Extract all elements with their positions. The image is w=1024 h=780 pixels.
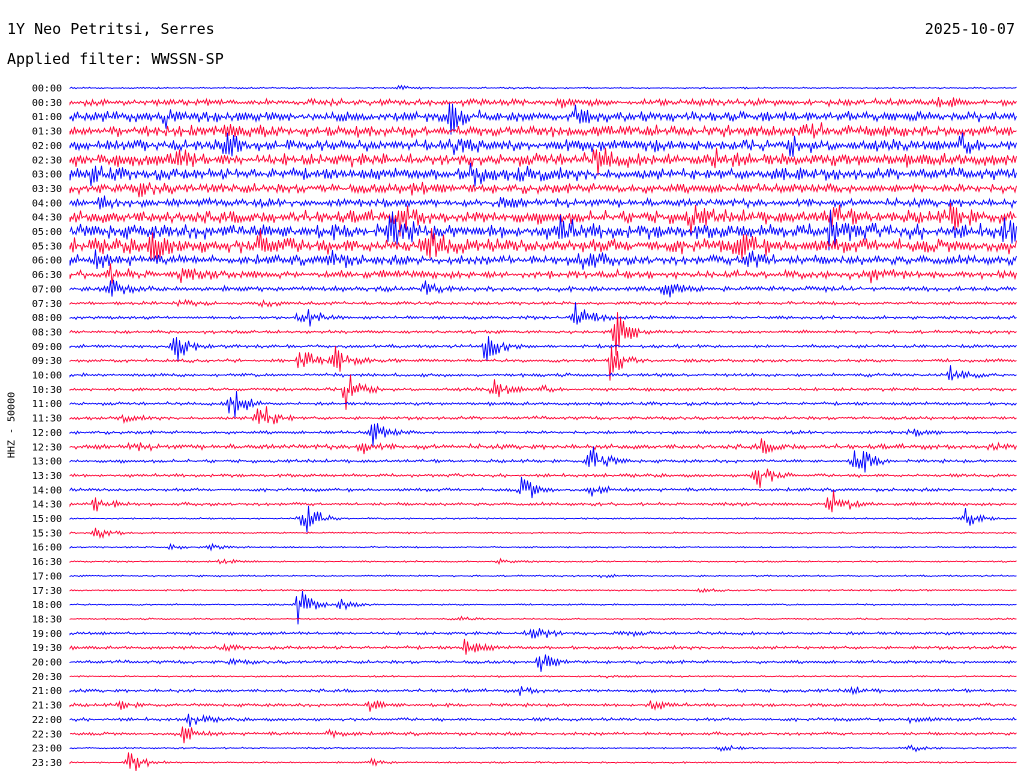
time-label: 08:30	[32, 327, 62, 338]
time-label: 01:00	[32, 112, 62, 123]
seismic-trace	[69, 84, 1017, 91]
time-label: 07:30	[32, 299, 62, 310]
time-label: 21:30	[32, 701, 62, 712]
seismic-trace	[69, 527, 1017, 540]
time-label: 00:30	[32, 98, 62, 109]
time-label: 22:00	[32, 715, 62, 726]
seismic-trace	[69, 674, 1017, 679]
time-label: 21:00	[32, 686, 62, 697]
seismic-trace	[69, 122, 1017, 139]
time-label: 12:30	[32, 442, 62, 453]
seismic-trace	[69, 542, 1017, 552]
seismic-trace	[69, 147, 1017, 176]
seismic-trace	[69, 181, 1017, 198]
time-label: 20:00	[32, 658, 62, 669]
time-label: 09:30	[32, 356, 62, 367]
seismic-trace	[69, 476, 1017, 499]
time-label: 15:00	[32, 514, 62, 525]
time-label: 15:30	[32, 528, 62, 539]
time-label: 02:30	[32, 155, 62, 166]
seismic-trace	[69, 132, 1017, 157]
seismic-trace	[69, 162, 1017, 187]
seismic-trace	[69, 279, 1017, 298]
time-label: 06:00	[32, 256, 62, 267]
time-label: 08:00	[32, 313, 62, 324]
time-label: 03:30	[32, 184, 62, 195]
seismic-trace	[69, 744, 1017, 753]
time-label: 03:00	[32, 170, 62, 181]
seismic-trace	[69, 406, 1017, 425]
seismic-trace	[69, 390, 1017, 418]
seismic-trace	[69, 302, 1017, 327]
seismic-trace	[69, 263, 1017, 284]
time-label: 18:30	[32, 614, 62, 625]
time-label: 05:00	[32, 227, 62, 238]
seismic-trace	[69, 638, 1017, 655]
time-label: 17:30	[32, 586, 62, 597]
seismic-trace	[69, 438, 1017, 455]
time-label: 02:00	[32, 141, 62, 152]
time-label: 14:30	[32, 500, 62, 511]
seismic-trace	[69, 365, 1017, 381]
time-label: 20:30	[32, 672, 62, 683]
time-label: 22:30	[32, 729, 62, 740]
time-label: 19:30	[32, 643, 62, 654]
time-label: 10:30	[32, 385, 62, 396]
time-label: 04:30	[32, 213, 62, 224]
time-label: 00:00	[32, 84, 62, 95]
time-label: 19:00	[32, 629, 62, 640]
time-label: 13:00	[32, 457, 62, 468]
seismic-trace	[69, 505, 1017, 533]
time-label: 06:30	[32, 270, 62, 281]
seismic-trace	[69, 195, 1017, 210]
seismic-trace	[69, 713, 1017, 727]
time-label: 16:30	[32, 557, 62, 568]
seismic-trace	[69, 726, 1017, 744]
seismic-trace	[69, 490, 1017, 513]
seismic-trace	[69, 557, 1017, 566]
time-label: 05:30	[32, 241, 62, 252]
seismic-trace	[69, 628, 1017, 639]
seismic-trace	[69, 336, 1017, 362]
time-label: 11:00	[32, 399, 62, 410]
seismic-trace	[69, 685, 1017, 696]
seismic-trace	[69, 573, 1017, 579]
seismic-trace	[69, 97, 1017, 109]
time-label: 09:00	[32, 342, 62, 353]
time-label: 23:00	[32, 744, 62, 755]
seismic-trace	[69, 446, 1017, 473]
time-label: 18:00	[32, 600, 62, 611]
time-label: 04:00	[32, 198, 62, 209]
time-label: 11:30	[32, 414, 62, 425]
seismic-trace	[69, 654, 1017, 672]
seismic-trace	[69, 700, 1017, 712]
time-label: 13:30	[32, 471, 62, 482]
seismic-trace	[69, 468, 1017, 489]
seismic-trace	[69, 249, 1017, 270]
time-label: 01:30	[32, 127, 62, 138]
time-label: 17:00	[32, 571, 62, 582]
time-label: 16:00	[32, 543, 62, 554]
seismic-trace	[69, 615, 1017, 621]
seismic-trace	[69, 587, 1017, 594]
helicorder-plot: 00:00 00:30 01:00 01:30 02:00 02:30 03:00 03:30…	[32, 84, 1017, 772]
time-label: 14:00	[32, 485, 62, 496]
time-label: 10:00	[32, 371, 62, 382]
seismic-trace	[69, 423, 1017, 446]
time-label: 23:30	[32, 758, 62, 769]
time-label: 12:00	[32, 428, 62, 439]
seismic-trace	[69, 752, 1017, 772]
seismic-trace	[69, 298, 1017, 309]
time-label: 07:00	[32, 284, 62, 295]
